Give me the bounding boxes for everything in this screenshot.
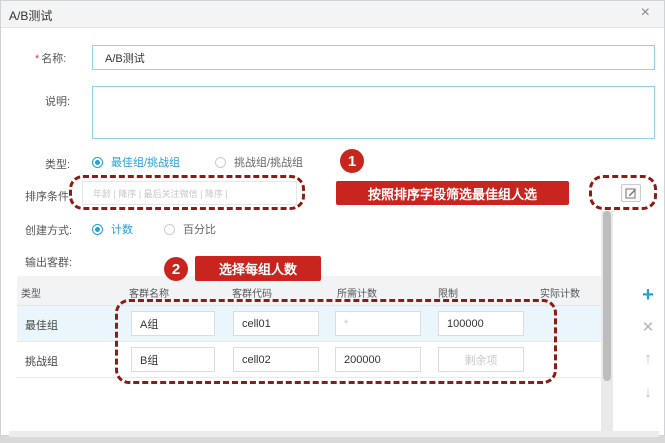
vertical-scrollbar[interactable]: [601, 211, 613, 436]
name-input[interactable]: A/B测试: [92, 45, 655, 70]
move-up-icon[interactable]: ↑: [637, 350, 659, 367]
radio-unchecked-icon: [164, 223, 175, 235]
create-option-count[interactable]: 计数: [92, 221, 133, 237]
annotation-callout-1: 按照排序字段筛选最佳组人选: [336, 181, 569, 205]
col-segment-code: 客群代码: [232, 289, 272, 300]
segment-code-input[interactable]: cell01: [233, 311, 319, 336]
dialog-title: A/B测试: [9, 9, 53, 23]
radio-unchecked-icon: [215, 156, 226, 168]
annotation-badge-2: 2: [164, 257, 188, 281]
segment-name-input[interactable]: A组: [131, 311, 215, 336]
description-textarea[interactable]: [92, 86, 655, 139]
sort-label: 排序条件:: [25, 191, 73, 203]
output-segments-label: 输出客群:: [25, 257, 73, 269]
scrollbar-thumb[interactable]: [603, 211, 611, 381]
required-marker: *: [35, 53, 40, 65]
col-required-count: 所需计数: [337, 289, 377, 300]
type-option-challenge-challenge[interactable]: 挑战组/挑战组: [215, 154, 303, 170]
type-label: 类型:: [45, 159, 71, 171]
segment-code-input[interactable]: cell02: [233, 347, 319, 372]
required-count-input[interactable]: 200000: [335, 347, 421, 372]
limit-input[interactable]: 100000: [438, 311, 524, 336]
row-type: 挑战组: [25, 356, 58, 368]
annotation-callout-2: 选择每组人数: [195, 256, 321, 281]
col-actual-count: 实际计数: [540, 289, 580, 300]
type-option-best-challenge[interactable]: 最佳组/挑战组: [92, 154, 180, 170]
edit-icon: [625, 188, 636, 199]
move-down-icon[interactable]: ↓: [637, 384, 659, 401]
table-row[interactable]: 最佳组 A组 cell01 * 100000: [17, 306, 613, 342]
radio-checked-icon: [92, 223, 103, 235]
limit-input[interactable]: 剩余项: [438, 347, 524, 372]
col-type: 类型: [21, 289, 41, 300]
row-type: 最佳组: [25, 320, 58, 332]
close-icon[interactable]: ×: [641, 4, 650, 22]
required-count-input[interactable]: *: [335, 311, 421, 336]
create-method-label: 创建方式:: [25, 225, 73, 237]
name-label: * 名称:: [35, 53, 67, 65]
col-segment-name: 客群名称: [129, 289, 169, 300]
annotation-badge-1: 1: [340, 149, 364, 173]
delete-row-icon[interactable]: ✕: [637, 318, 659, 336]
dialog-titlebar: A/B测试 ×: [1, 1, 664, 28]
edit-sort-button[interactable]: [621, 184, 641, 202]
ab-test-dialog: A/B测试 × * 名称: A/B测试 说明: 类型: 最佳组/挑战组 挑战组/挑…: [0, 0, 665, 437]
description-label: 说明:: [45, 96, 71, 108]
table-row[interactable]: 挑战组 B组 cell02 200000 剩余项: [17, 342, 613, 378]
segment-name-input[interactable]: B组: [131, 347, 215, 372]
add-row-icon[interactable]: +: [637, 284, 659, 307]
sort-condition-input[interactable]: 年龄 | 降序 | 最后关注微信 | 降序 |: [82, 181, 297, 205]
radio-checked-icon: [92, 156, 103, 168]
create-option-percent[interactable]: 百分比: [164, 221, 216, 237]
horizontal-scrollbar[interactable]: [9, 431, 659, 437]
col-limit: 限制: [438, 289, 458, 300]
